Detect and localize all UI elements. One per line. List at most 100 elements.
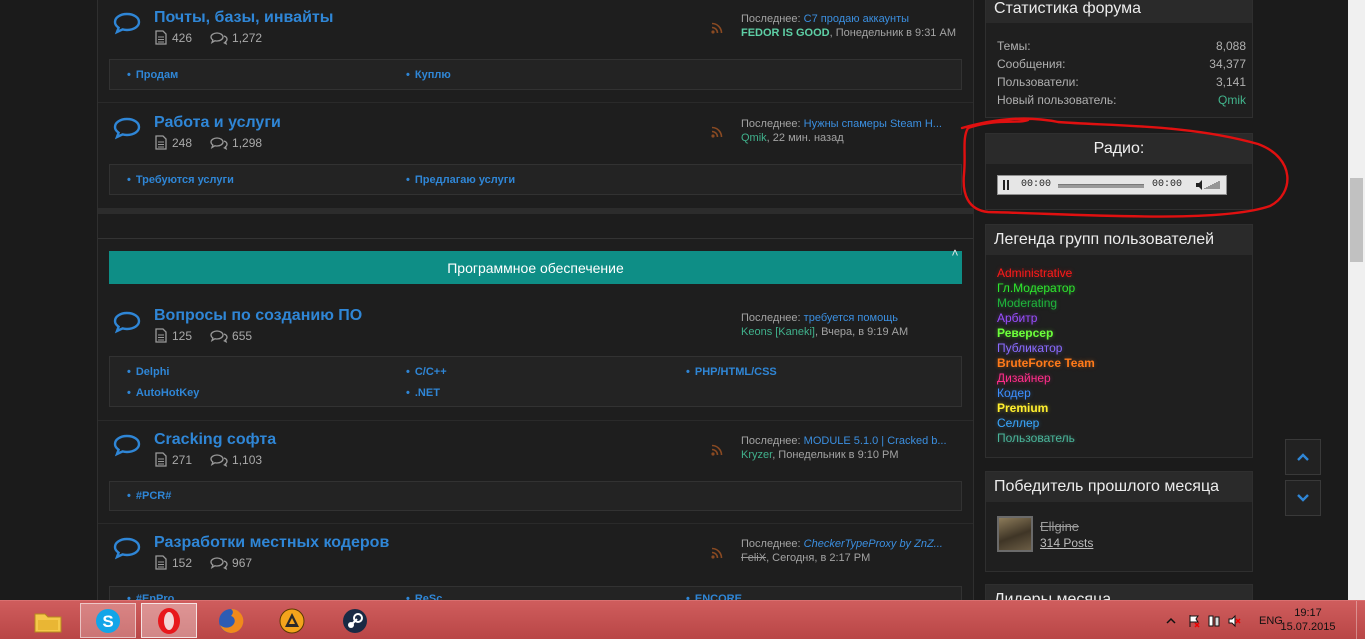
last-post-title-link[interactable]: требуется помощь — [804, 312, 898, 324]
collapse-chevron-icon[interactable]: ˄ — [948, 246, 962, 260]
subforum-link[interactable]: Предлагаю услуги — [406, 174, 515, 186]
legend-item: Кодер — [997, 386, 1031, 400]
threads-icon — [155, 328, 167, 343]
svg-text:S: S — [102, 612, 113, 631]
subforum-link[interactable]: Куплю — [406, 69, 451, 81]
skype-icon: S — [96, 608, 120, 633]
last-post-prefix: Последнее: — [741, 538, 801, 550]
taskbar-steam[interactable] — [327, 603, 383, 638]
page-scrollbar[interactable] — [1348, 0, 1365, 600]
scroll-top-button[interactable] — [1285, 439, 1321, 475]
last-post-info: Последнее: C7 продаю аккаунты FEDOR IS G… — [741, 12, 963, 40]
power-battery-icon[interactable] — [1207, 614, 1221, 628]
stats-value: 3,141 — [1215, 75, 1246, 89]
last-post-info: Последнее: требуется помощь Keons [Kanek… — [741, 311, 963, 339]
threads-count: 152 — [172, 555, 193, 570]
forum-node: Cracking софта 271 1,103 Последнее: MODU… — [98, 420, 973, 522]
taskbar-skype[interactable]: S — [80, 603, 136, 638]
legend-item: Дизайнер — [997, 371, 1051, 385]
winner-username-link[interactable]: Ellgine — [1040, 519, 1079, 534]
forum-title-link[interactable]: Почты, базы, инвайты — [154, 9, 333, 27]
messages-count: 655 — [232, 328, 253, 343]
threads-count: 248 — [172, 135, 193, 150]
threads-count: 125 — [172, 328, 193, 343]
stats-label: Сообщения: — [997, 57, 1066, 71]
monthly-winner-block: Победитель прошлого месяца Ellgine 314 P… — [985, 471, 1253, 572]
rss-icon[interactable] — [710, 21, 724, 35]
rss-icon[interactable] — [710, 546, 724, 560]
rss-icon[interactable] — [710, 443, 724, 457]
taskbar-clock[interactable]: 19:17 15.07.2015 — [1280, 606, 1336, 634]
forum-title-link[interactable]: Разработки местных кодеров — [154, 534, 389, 552]
threads-icon — [155, 452, 167, 467]
last-post-time: , Вчера, в 9:19 AM — [815, 326, 909, 338]
threads-count: 426 — [172, 30, 193, 45]
threads-icon — [155, 555, 167, 570]
subforum-link[interactable]: PHP/HTML/CSS — [686, 366, 777, 378]
rss-icon[interactable] — [710, 125, 724, 139]
last-post-user-link[interactable]: Keons [Kaneki] — [741, 326, 815, 338]
last-post-title-link[interactable]: MODULE 5.1.0 | Cracked b... — [804, 435, 947, 447]
clock-date: 15.07.2015 — [1280, 621, 1336, 633]
last-post-title-link[interactable]: CheckerTypeProxy by ZnZ... — [804, 538, 943, 550]
system-tray: ENG — [1165, 601, 1283, 639]
last-post-user-link[interactable]: Qmik — [741, 132, 767, 144]
stats-label: Пользователи: — [997, 75, 1079, 89]
speaker-muted-icon[interactable] — [1227, 614, 1241, 628]
messages-count: 1,298 — [232, 135, 263, 150]
subforum-link[interactable]: #PCR# — [127, 490, 171, 502]
messages-icon — [210, 453, 228, 467]
subforum-link[interactable]: Требуются услуги — [127, 174, 234, 186]
subforum-link[interactable]: Продам — [127, 69, 178, 81]
last-post-info: Последнее: Нужны спамеры Steam H... Qmik… — [741, 117, 963, 145]
aimp-icon — [279, 608, 305, 633]
last-post-user-link[interactable]: Kryzer — [741, 449, 772, 461]
firefox-icon — [219, 608, 244, 633]
last-post-time: , Понедельник в 9:31 AM — [829, 27, 956, 39]
forum-stats: 426 1,272 — [154, 30, 262, 45]
subforum-link[interactable]: Delphi — [127, 366, 170, 378]
avatar[interactable] — [997, 516, 1033, 552]
show-hidden-icons-icon[interactable] — [1165, 615, 1177, 627]
pause-icon[interactable] — [1000, 178, 1013, 192]
winner-posts-link[interactable]: 314 Posts — [1040, 536, 1093, 550]
forum-stats: 125 655 — [154, 328, 252, 343]
last-post-title-link[interactable]: C7 продаю аккаунты — [804, 13, 909, 25]
forum-node: Вопросы по созданию ПО 125 655 Последнее… — [98, 298, 973, 420]
taskbar-firefox[interactable] — [203, 603, 259, 638]
action-center-flag-icon[interactable] — [1187, 614, 1201, 628]
block-title: Победитель прошлого месяца — [986, 472, 1252, 502]
forum-title-link[interactable]: Cracking софта — [154, 431, 276, 449]
stats-row: Сообщения: 34,377 — [997, 57, 1246, 71]
newest-user-link[interactable]: Qmik — [1218, 93, 1246, 107]
category-header[interactable]: Программное обеспечение — [109, 251, 962, 284]
taskbar-aimp[interactable] — [264, 603, 320, 638]
last-post-info: Последнее: CheckerTypeProxy by ZnZ... Fe… — [741, 537, 963, 565]
show-desktop-button[interactable] — [1356, 601, 1365, 639]
subforum-link[interactable]: .NET — [406, 387, 440, 399]
volume-icon[interactable] — [1194, 179, 1224, 191]
last-post-user-link[interactable]: FEDOR IS GOOD — [741, 27, 830, 39]
steam-icon — [343, 608, 367, 633]
last-post-prefix: Последнее: — [741, 312, 801, 324]
block-title: Статистика форума — [986, 0, 1252, 23]
taskbar-file-explorer[interactable] — [20, 603, 76, 638]
seek-bar[interactable] — [1058, 184, 1144, 188]
last-post-user-link[interactable]: FeliX — [741, 552, 766, 564]
last-post-info: Последнее: MODULE 5.1.0 | Cracked b... K… — [741, 434, 963, 462]
stats-label: Новый пользователь: — [997, 93, 1117, 107]
forum-title-link[interactable]: Вопросы по созданию ПО — [154, 307, 362, 325]
category-block: Почты, базы, инвайты 426 1,272 Последнее… — [98, 0, 973, 214]
last-post-title-link[interactable]: Нужны спамеры Steam H... — [804, 118, 942, 130]
messages-icon — [210, 136, 228, 150]
taskbar-opera[interactable] — [141, 603, 197, 638]
subforum-link[interactable]: AutoHotKey — [127, 387, 200, 399]
subforum-link[interactable]: C/C++ — [406, 366, 447, 378]
scrollbar-thumb[interactable] — [1350, 178, 1363, 262]
scroll-bottom-button[interactable] — [1285, 480, 1321, 516]
stats-row: Темы: 8,088 — [997, 39, 1246, 53]
legend-item: Moderating — [997, 296, 1058, 310]
last-post-prefix: Последнее: — [741, 13, 801, 25]
elapsed-time: 00:00 — [1021, 179, 1052, 190]
forum-title-link[interactable]: Работа и услуги — [154, 114, 281, 132]
